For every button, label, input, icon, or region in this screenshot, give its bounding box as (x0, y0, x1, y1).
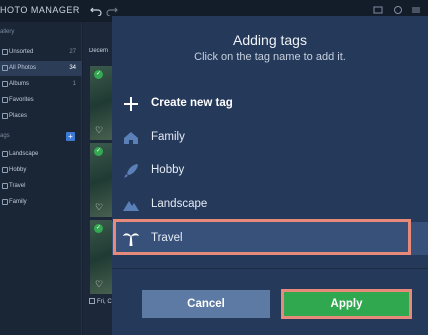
album-icon (2, 81, 8, 87)
pin-icon (2, 113, 8, 119)
sidebar-item-favorites[interactable]: Favorites (0, 93, 82, 108)
photo-thumbnail[interactable]: ✓ ♡ (90, 220, 114, 294)
photo-thumbnail[interactable]: ✓ ♡ (90, 143, 114, 217)
heart-icon[interactable]: ♡ (95, 125, 103, 136)
mountain-icon (2, 151, 8, 157)
undo-icon[interactable] (90, 4, 102, 16)
sidebar-item-places[interactable]: Places (0, 109, 82, 124)
sidebar-item-travel[interactable]: Travel (0, 179, 82, 194)
sidebar-item-count: 34 (69, 65, 76, 71)
rocket-icon (124, 164, 138, 178)
create-new-tag-label: Create new tag (151, 97, 233, 109)
sidebar-item-label: Places (9, 113, 28, 119)
palm-tree-icon (2, 183, 8, 189)
tag-row-landscape[interactable]: Landscape (112, 188, 428, 221)
checkbox-icon[interactable] (89, 298, 95, 304)
add-tag-button[interactable]: + (66, 132, 75, 141)
redo-icon[interactable] (106, 4, 118, 16)
sidebar-item-count: 27 (69, 49, 76, 55)
mountain-icon (123, 201, 139, 211)
app-title: HOTO MANAGER (0, 5, 80, 15)
travel-highlight-outline (113, 219, 411, 255)
check-icon[interactable]: ✓ (94, 147, 103, 156)
heart-icon[interactable]: ♡ (95, 202, 103, 213)
photos-icon (2, 65, 8, 71)
house-icon (124, 132, 138, 144)
sidebar-item-albums[interactable]: Albums 1 (0, 77, 82, 92)
cancel-button[interactable]: Cancel (142, 290, 270, 318)
dialog-subtitle: Click on the tag name to add it. (194, 51, 346, 63)
apply-button[interactable]: Apply (284, 292, 409, 316)
sidebar-item-landscape[interactable]: Landscape (0, 147, 82, 162)
check-icon[interactable]: ✓ (94, 70, 103, 79)
sidebar-item-label: Favorites (9, 97, 34, 103)
unsorted-icon (2, 49, 8, 55)
tag-label: Landscape (151, 198, 208, 210)
sidebar-item-unsorted[interactable]: Unsorted 27 (0, 45, 82, 60)
sidebar-item-count: 1 (72, 81, 76, 87)
tags-heading: ags (0, 133, 10, 139)
toolbar-icon[interactable] (372, 4, 384, 16)
sidebar-item-label: Family (9, 199, 27, 205)
create-new-tag-row[interactable]: Create new tag (112, 87, 428, 120)
sidebar-item-label: Albums (9, 81, 30, 87)
heart-icon (2, 97, 8, 103)
house-icon (2, 199, 8, 205)
sidebar-item-label: Landscape (9, 151, 39, 157)
tag-row-family[interactable]: Family (112, 121, 428, 154)
tag-label: Hobby (151, 164, 185, 176)
sidebar-item-label: Travel (9, 183, 26, 189)
sidebar-item-all-photos[interactable]: All Photos 34 (0, 61, 82, 76)
adding-tags-dialog: Adding tags Click on the tag name to add… (112, 16, 428, 335)
photo-thumbnail[interactable]: ✓ ♡ (90, 66, 114, 140)
check-icon[interactable]: ✓ (94, 224, 103, 233)
sidebar-item-label: Hobby (9, 167, 27, 173)
sidebar-item-label: All Photos (9, 65, 37, 71)
dialog-title: Adding tags (233, 32, 307, 48)
toolbar-icon[interactable] (410, 4, 422, 16)
rocket-icon (2, 167, 8, 173)
date-label-text: Fri, C (97, 299, 112, 305)
sidebar-item-family[interactable]: Family (0, 195, 82, 210)
sidebar-item-label: Unsorted (9, 49, 34, 55)
tag-label: Family (151, 131, 185, 143)
plus-icon (124, 97, 138, 111)
toolbar-icon[interactable] (392, 4, 404, 16)
tag-row-hobby[interactable]: Hobby (112, 154, 428, 187)
dialog-divider (112, 268, 428, 269)
heart-icon[interactable]: ♡ (95, 279, 103, 290)
gallery-heading: allery (0, 29, 15, 35)
sidebar-item-hobby[interactable]: Hobby (0, 163, 82, 178)
